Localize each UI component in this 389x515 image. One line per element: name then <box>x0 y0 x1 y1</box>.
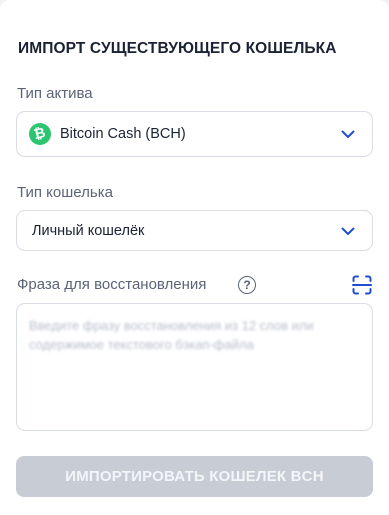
question-circle-icon[interactable]: ? <box>238 276 256 294</box>
wallet-type-select[interactable]: Личный кошелёк <box>16 210 373 251</box>
import-wallet-sheet: ИМПОРТ СУЩЕСТВУЮЩЕГО КОШЕЛЬКА Тип актива… <box>0 0 389 515</box>
asset-type-label: Тип актива <box>17 85 93 102</box>
bitcoin-cash-icon: ₿ <box>29 123 51 145</box>
recovery-phrase-label: Фраза для восстановления <box>17 276 207 293</box>
chevron-down-icon <box>341 130 355 138</box>
asset-type-value: Bitcoin Cash (BCH) <box>60 126 186 142</box>
import-wallet-button[interactable]: ИМПОРТИРОВАТЬ КОШЕЛЕК BCH <box>16 456 373 497</box>
scan-icon[interactable] <box>352 275 372 295</box>
wallet-type-label: Тип кошелька <box>17 184 113 201</box>
recovery-phrase-input[interactable] <box>16 303 373 431</box>
chevron-down-icon <box>341 227 355 235</box>
wallet-type-value: Личный кошелёк <box>32 222 145 239</box>
asset-type-select[interactable]: ₿ Bitcoin Cash (BCH) <box>16 111 373 157</box>
page-title: ИМПОРТ СУЩЕСТВУЮЩЕГО КОШЕЛЬКА <box>18 40 337 57</box>
